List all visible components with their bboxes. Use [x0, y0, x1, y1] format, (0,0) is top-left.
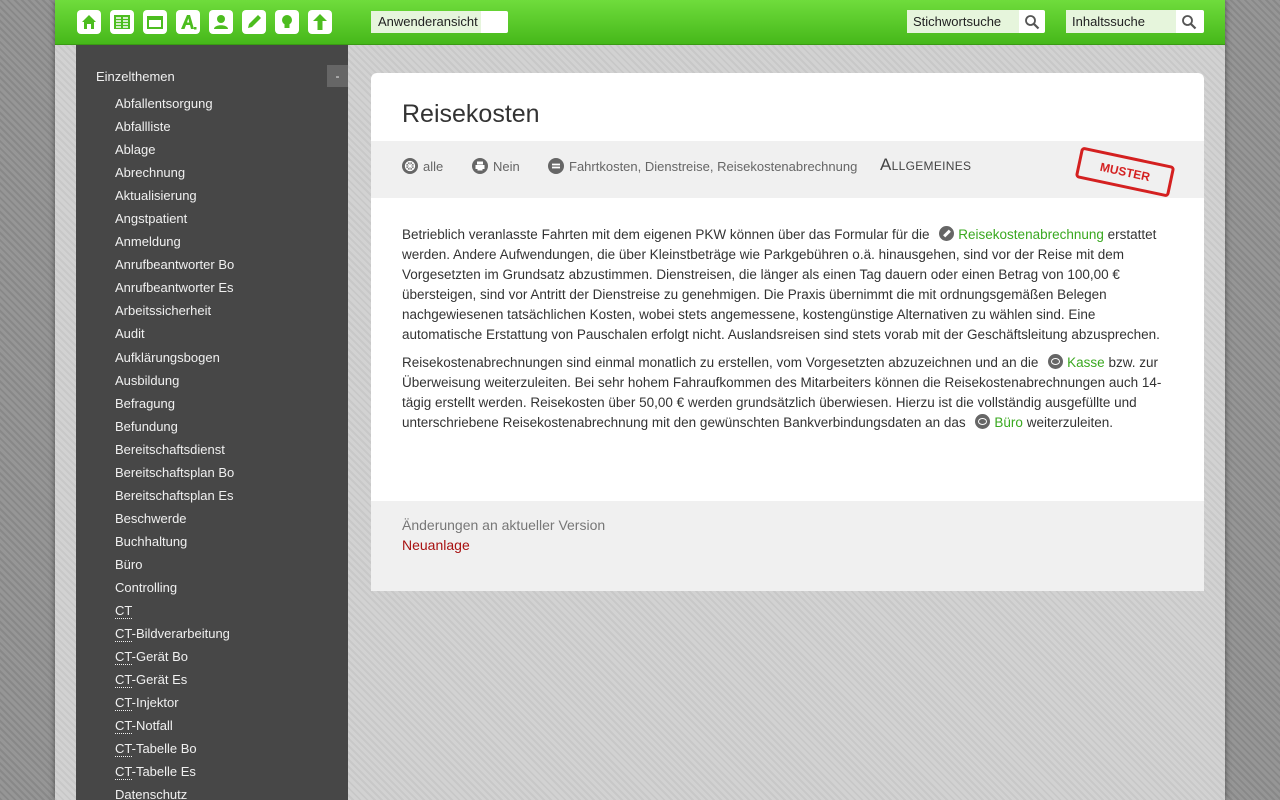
sidebar-item[interactable]: CT-Tabelle Es: [115, 760, 234, 783]
content-search[interactable]: Inhaltssuche: [1066, 10, 1204, 33]
top-toolbar: Anwenderansicht Stichwortsuche Inhaltssu…: [55, 0, 1225, 45]
keyword-search-input[interactable]: Stichwortsuche: [907, 10, 1019, 33]
sidebar-item[interactable]: Aktualisierung: [115, 184, 234, 207]
meta-scope-value: alle: [423, 158, 444, 174]
muster-stamp: MUSTER: [1074, 146, 1176, 198]
meta-print: Nein: [472, 157, 520, 175]
search-icon[interactable]: [1019, 10, 1045, 33]
buero-link-label: Büro: [994, 415, 1023, 431]
sidebar-item[interactable]: CT-Injektor: [115, 691, 234, 714]
document-content: Betrieblich veranlasste Fahrten mit dem …: [402, 225, 1172, 442]
paragraph-2: Reisekostenabrechnungen sind einmal mona…: [402, 353, 1172, 433]
sidebar-item[interactable]: Befragung: [115, 392, 234, 415]
user-icon[interactable]: [209, 10, 233, 34]
pencil-icon: [939, 226, 955, 241]
sidebar-item[interactable]: Aufklärungsbogen: [115, 346, 234, 369]
keywords-icon: [548, 158, 564, 174]
sidebar-item[interactable]: Datenschutz: [115, 783, 234, 800]
sidebar-item[interactable]: Abfallentsorgung: [115, 92, 234, 115]
reisekostenabrechnung-link-label: Reisekostenabrechnung: [958, 227, 1104, 242]
pencil-icon[interactable]: [242, 10, 266, 34]
content-search-input[interactable]: Inhaltssuche: [1066, 10, 1176, 33]
sidebar-item[interactable]: CT-Bildverarbeitung: [115, 622, 234, 645]
sidebar-item[interactable]: Angstpatient: [115, 207, 234, 230]
kasse-link-label: Kasse: [1067, 355, 1105, 371]
paragraph-2-text-c: weiterzuleiten.: [1026, 415, 1113, 431]
sidebar-item[interactable]: Ablage: [115, 138, 234, 161]
reisekostenabrechnung-link[interactable]: Reisekostenabrechnung: [933, 226, 1104, 242]
changes-value: Neuanlage: [402, 537, 470, 553]
page-title: Reisekosten: [402, 100, 540, 128]
paragraph-2-text-a: Reisekostenabrechnungen sind einmal mona…: [402, 355, 1039, 371]
eye-icon: [975, 414, 991, 430]
sidebar-item[interactable]: Audit: [115, 322, 234, 345]
meta-print-value: Nein: [493, 158, 520, 174]
view-select[interactable]: Anwenderansicht: [371, 11, 508, 33]
sidebar-item[interactable]: Abrechnung: [115, 161, 234, 184]
sidebar-heading[interactable]: Einzelthemen: [96, 69, 175, 84]
sidebar-item[interactable]: CT-Tabelle Bo: [115, 737, 234, 760]
meta-bar: alle Nein Fahrtkosten, Dienstreise, Reis…: [371, 141, 1204, 198]
changes-section: Änderungen an aktueller Version Neuanlag…: [371, 501, 1204, 591]
document-card: Reisekosten alle Nein Fahrtkosten, Diens…: [371, 73, 1204, 591]
home-icon[interactable]: [77, 10, 101, 34]
sidebar-item[interactable]: CT-Gerät Bo: [115, 645, 234, 668]
sidebar-item[interactable]: Ausbildung: [115, 369, 234, 392]
buero-link[interactable]: Büro: [969, 414, 1023, 431]
collapse-button[interactable]: -: [327, 65, 348, 87]
eye-icon: [1048, 354, 1064, 370]
folder-icon[interactable]: [143, 10, 167, 34]
paragraph-1-text-b: erstattet werden. Andere Aufwendungen, d…: [402, 227, 1160, 342]
arrow-up-icon[interactable]: [308, 10, 332, 34]
scope-icon: [402, 158, 418, 174]
sidebar-item[interactable]: Arbeitssicherheit: [115, 299, 234, 322]
view-select-label: Anwenderansicht: [371, 11, 481, 33]
sidebar-item[interactable]: Bereitschaftsplan Es: [115, 484, 234, 507]
keyword-search[interactable]: Stichwortsuche: [907, 10, 1045, 33]
meta-keywords: Fahrtkosten, Dienstreise, Reisekostenabr…: [548, 157, 857, 175]
sidebar-item[interactable]: CT-Notfall: [115, 714, 234, 737]
table-icon[interactable]: [110, 10, 134, 34]
lightbulb-icon[interactable]: [275, 10, 299, 34]
search-icon[interactable]: [1176, 10, 1202, 33]
meta-keywords-value: Fahrtkosten, Dienstreise, Reisekostenabr…: [569, 158, 858, 174]
nav-icon-bar: [77, 10, 332, 34]
sidebar-item[interactable]: Buchhaltung: [115, 530, 234, 553]
sidebar-item[interactable]: Bereitschaftsdienst: [115, 438, 234, 461]
sidebar-item[interactable]: CT-Gerät Es: [115, 668, 234, 691]
sidebar-list: Abfallentsorgung Abfallliste Ablage Abrechn…: [115, 92, 234, 800]
sidebar: Einzelthemen - Abfallentsorgung Abfalllis…: [76, 45, 348, 800]
sidebar-item[interactable]: Büro: [115, 553, 234, 576]
kasse-link[interactable]: Kasse: [1042, 354, 1105, 371]
paragraph-1-text-a: Betrieblich veranlasste Fahrten mit dem …: [402, 227, 930, 242]
sidebar-item[interactable]: Anrufbeantworter Es: [115, 276, 234, 299]
meta-scope: alle: [402, 157, 443, 175]
sidebar-item[interactable]: CT: [115, 599, 234, 622]
sidebar-item[interactable]: Beschwerde: [115, 507, 234, 530]
sidebar-item[interactable]: Anmeldung: [115, 230, 234, 253]
paragraph-1: Betrieblich veranlasste Fahrten mit dem …: [402, 225, 1172, 344]
font-icon[interactable]: [176, 10, 200, 34]
printer-icon: [472, 158, 488, 174]
page-frame: Anwenderansicht Stichwortsuche Inhaltssu…: [55, 0, 1225, 800]
changes-heading: Änderungen an aktueller Version: [402, 517, 606, 533]
meta-category: Allgemeines: [880, 155, 972, 174]
sidebar-item[interactable]: Abfallliste: [115, 115, 234, 138]
sidebar-item[interactable]: Anrufbeantworter Bo: [115, 253, 234, 276]
sidebar-item[interactable]: Befundung: [115, 415, 234, 438]
sidebar-item[interactable]: Bereitschaftsplan Bo: [115, 461, 234, 484]
sidebar-item[interactable]: Controlling: [115, 576, 234, 599]
